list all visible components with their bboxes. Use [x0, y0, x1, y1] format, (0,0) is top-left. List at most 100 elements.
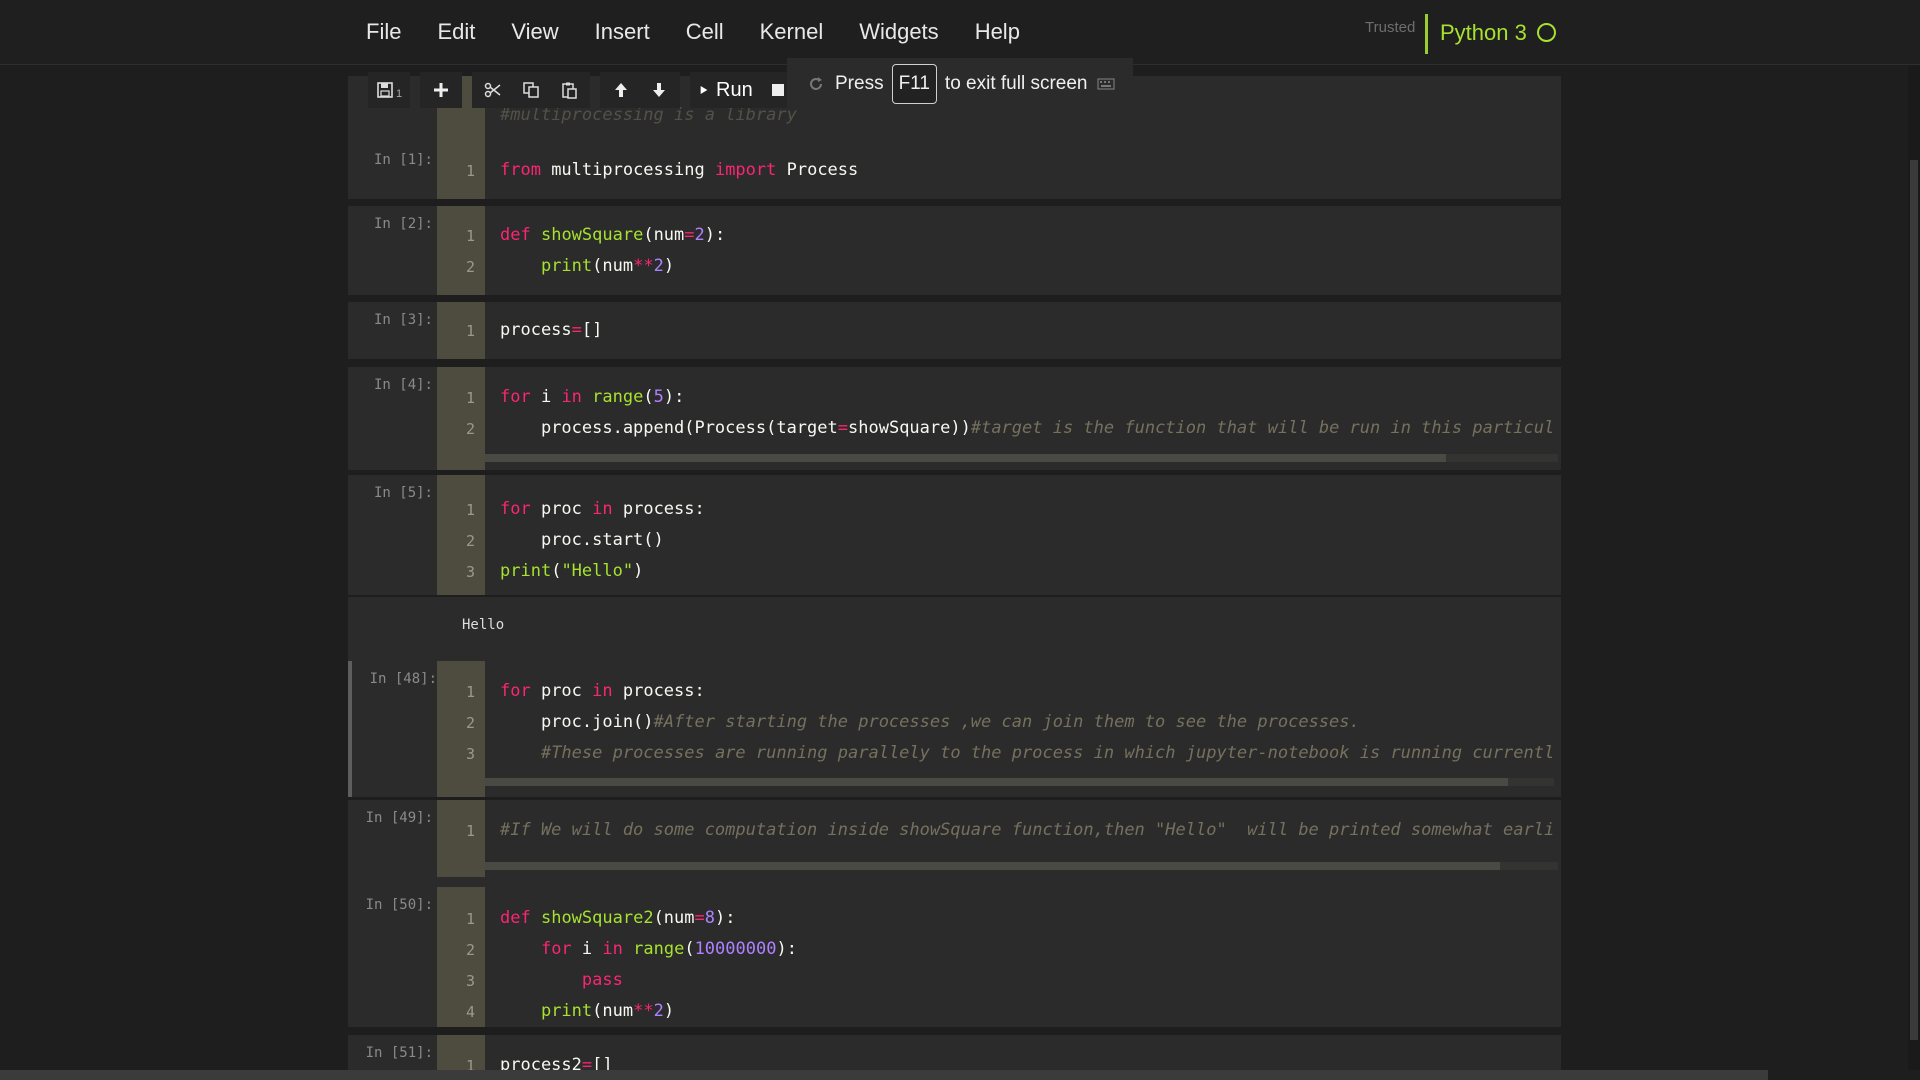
plus-icon [434, 83, 448, 97]
code-cell-selected[interactable]: In [48]: 1 2 3 for proc in process: proc… [348, 661, 1561, 797]
code-line[interactable]: process=[] [500, 320, 602, 340]
trusted-indicator[interactable]: Trusted [1365, 19, 1415, 36]
cell-prompt: In [2]: [373, 216, 433, 232]
output-text: Hello [462, 617, 505, 633]
copy-button[interactable] [512, 72, 550, 108]
menu-insert[interactable]: Insert [577, 19, 668, 45]
clipboard-icon [562, 82, 577, 99]
toolbar-group-insert [420, 72, 462, 108]
line-number: 3 [465, 745, 475, 763]
code-cell[interactable]: In [49]: 1 #If We will do some computati… [348, 800, 1561, 879]
cell-prompt: In [5]: [373, 485, 433, 501]
code-cell[interactable]: In [1]: 1 from multiprocessing import Pr… [348, 142, 1561, 199]
kernel-separator [1425, 14, 1428, 54]
code-line[interactable]: #multiprocessing is a library [500, 105, 797, 125]
code-line[interactable]: print(num**2) [500, 1001, 674, 1021]
code-comment[interactable]: #If We will do some computation inside s… [500, 820, 1554, 840]
cell-prompt: In [50]: [365, 897, 433, 913]
run-button[interactable]: Run [692, 72, 759, 108]
code-line[interactable]: from multiprocessing import Process [500, 160, 858, 180]
code-comment: #target is the function that will be run… [970, 418, 1555, 438]
code-cell[interactable]: In [5]: 1 2 3 for proc in process: proc.… [348, 475, 1561, 595]
copy-icon [523, 82, 539, 98]
line-number: 1 [465, 389, 475, 407]
code-line[interactable]: proc.start() [500, 530, 664, 550]
cell-scrollbar-thumb[interactable] [485, 778, 1508, 786]
line-number: 4 [465, 1003, 475, 1021]
cell-prompt: In [3]: [373, 312, 433, 328]
line-number: 2 [465, 258, 475, 276]
line-gutter [437, 206, 485, 295]
line-number: 2 [465, 941, 475, 959]
line-number: 2 [465, 532, 475, 550]
fullscreen-notice: Press F11 to exit full screen [787, 58, 1133, 110]
code-comment: #After starting the processes ,we can jo… [653, 712, 1360, 732]
keyboard-icon[interactable] [1097, 78, 1115, 90]
line-number: 1 [465, 683, 475, 701]
menu-view[interactable]: View [493, 19, 576, 45]
menu-cell[interactable]: Cell [668, 19, 742, 45]
cut-button[interactable] [474, 72, 512, 108]
code-line[interactable]: def showSquare(num=2): [500, 225, 725, 245]
restart-icon[interactable] [807, 75, 825, 93]
code-line[interactable]: print(num**2) [500, 256, 674, 276]
code-line[interactable]: for proc in process: [500, 681, 705, 701]
insert-cell-button[interactable] [422, 72, 460, 108]
line-number: 1 [465, 822, 475, 840]
notebook-header: File Edit View Insert Cell Kernel Widget… [0, 0, 1920, 65]
fullscreen-rest-text: to exit full screen [944, 73, 1088, 94]
toolbar-group-edit [472, 72, 590, 108]
line-number: 1 [465, 322, 475, 340]
play-icon [700, 86, 708, 94]
page-scrollbar-thumb[interactable] [1910, 160, 1918, 1040]
scissors-icon [484, 82, 501, 98]
stop-icon [771, 84, 784, 96]
fullscreen-key: F11 [891, 64, 937, 104]
code-line[interactable]: for i in range(10000000): [500, 939, 797, 959]
cell-prompt: In [49]: [365, 810, 433, 826]
code-line[interactable]: for i in range(5): [500, 387, 684, 407]
line-number: 3 [465, 972, 475, 990]
toolbar: 1 Run [368, 72, 809, 108]
menubar: File Edit View Insert Cell Kernel Widget… [348, 0, 1038, 64]
code-line[interactable]: for proc in process: [500, 499, 705, 519]
menu-edit[interactable]: Edit [419, 19, 493, 45]
save-button[interactable]: 1 [370, 72, 408, 108]
code-line[interactable]: def showSquare2(num=8): [500, 908, 736, 928]
move-up-button[interactable] [602, 72, 640, 108]
cell-prompt: In [51]: [365, 1045, 433, 1061]
line-number: 1 [465, 910, 475, 928]
page-horizontal-scrollbar[interactable] [0, 1070, 1768, 1080]
cell-prompt: In [4]: [373, 377, 433, 393]
line-number: 1 [465, 227, 475, 245]
menu-widgets[interactable]: Widgets [841, 19, 956, 45]
code-line[interactable]: process.append(Process(target=showSquare… [500, 418, 1554, 438]
kernel-name[interactable]: Python 3 [1440, 20, 1527, 46]
toolbar-group-move [600, 72, 680, 108]
code-cell[interactable]: In [4]: 1 2 for i in range(5): process.a… [348, 367, 1561, 470]
code-line[interactable]: #These processes are running parallely t… [500, 743, 1554, 763]
cell-scrollbar-thumb[interactable] [485, 862, 1500, 870]
floppy-icon [377, 82, 393, 98]
kernel-idle-icon [1537, 23, 1556, 42]
menu-help[interactable]: Help [957, 19, 1038, 45]
code-cell[interactable]: In [3]: 1 process=[] [348, 302, 1561, 359]
line-number: 1 [465, 501, 475, 519]
line-number: 3 [465, 563, 475, 581]
code-line[interactable]: print("Hello") [500, 561, 643, 581]
code-cell[interactable]: In [2]: 1 2 def showSquare(num=2): print… [348, 206, 1561, 295]
code-line[interactable]: proc.join()#After starting the processes… [500, 712, 1360, 732]
move-down-button[interactable] [640, 72, 678, 108]
code-line[interactable]: pass [500, 970, 623, 990]
paste-button[interactable] [550, 72, 588, 108]
cell-prompt: In [48]: [369, 671, 437, 687]
code-cell[interactable]: In [50]: 1 2 3 4 def showSquare2(num=8):… [348, 877, 1561, 1027]
cell-prompt: In [1]: [373, 152, 433, 168]
line-number: 1 [465, 162, 475, 180]
arrow-up-icon [615, 83, 627, 97]
line-number: 2 [465, 714, 475, 732]
menu-file[interactable]: File [348, 19, 419, 45]
toolbar-group-save: 1 [368, 72, 410, 108]
menu-kernel[interactable]: Kernel [742, 19, 842, 45]
cell-scrollbar-thumb[interactable] [485, 454, 1446, 462]
